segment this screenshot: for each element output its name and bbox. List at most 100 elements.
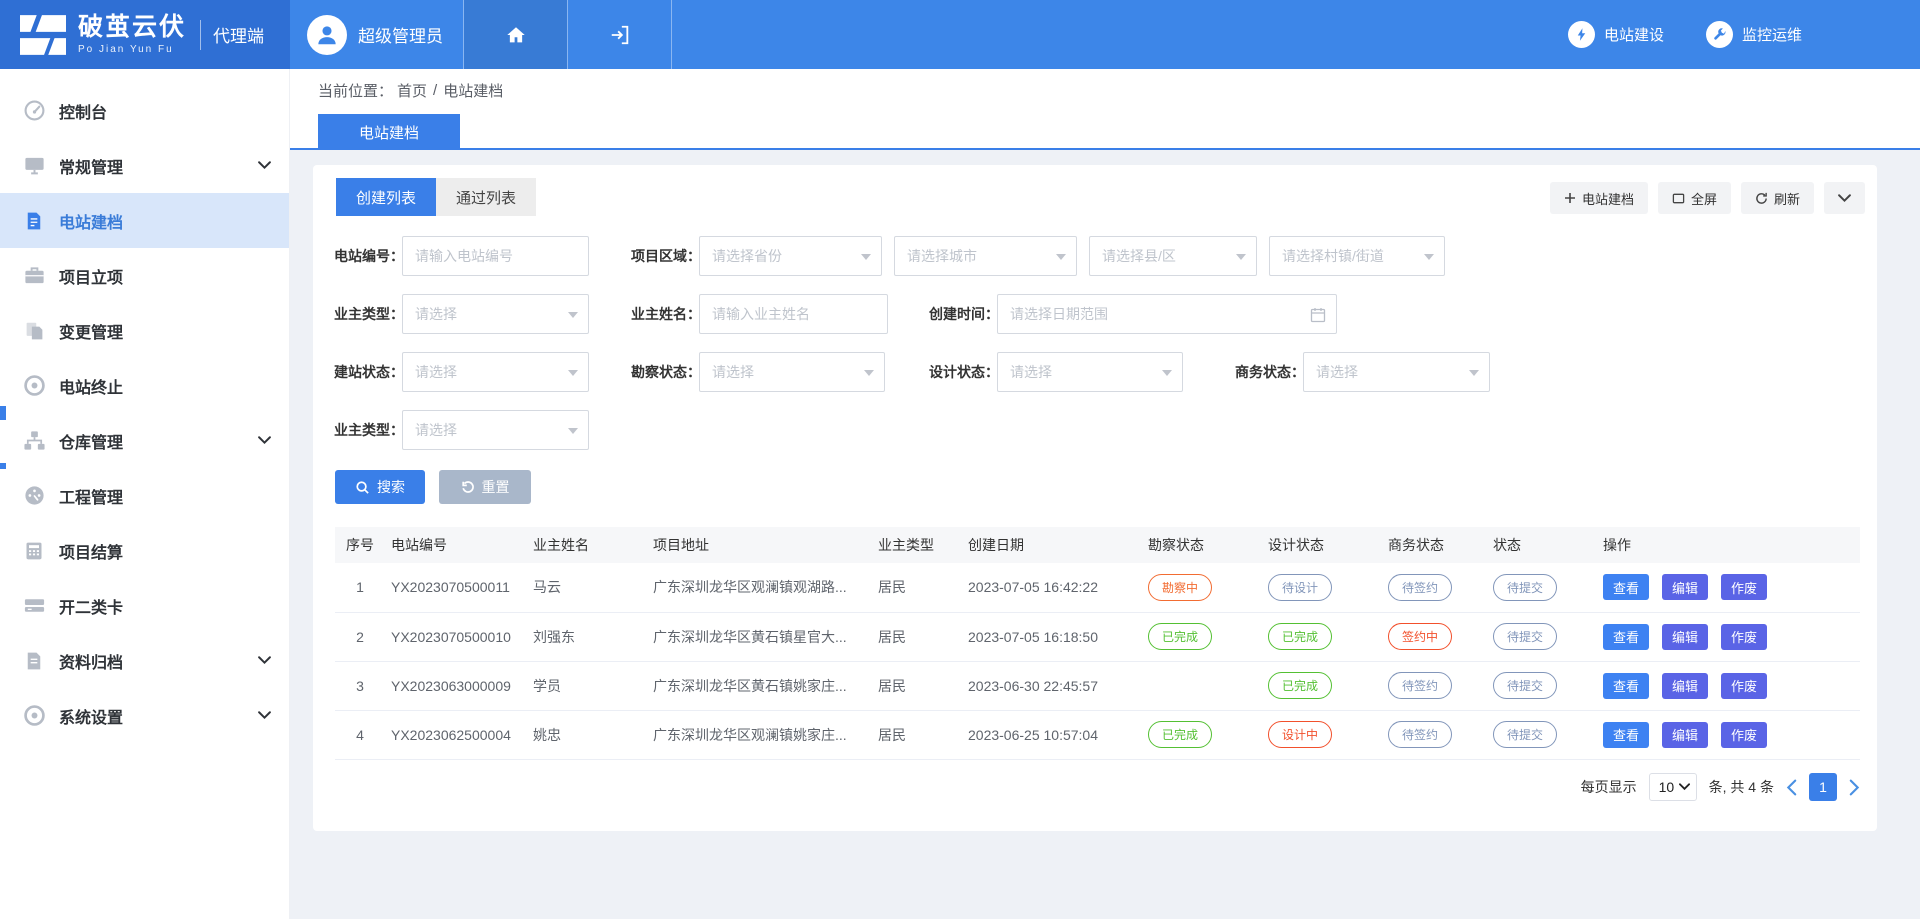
- sidebar-item-copy[interactable]: 变更管理: [0, 303, 289, 358]
- breadcrumb-home[interactable]: 首页: [397, 80, 427, 101]
- sidebar-item-monitor[interactable]: 常规管理: [0, 138, 289, 193]
- table-header: 序号电站编号业主姓名项目地址业主类型创建日期勘察状态设计状态商务状态状态操作: [335, 527, 1860, 563]
- build-status-select[interactable]: 请选择: [402, 352, 589, 392]
- caret-down-icon: [1236, 254, 1246, 260]
- cell-idx: 3: [335, 661, 385, 710]
- column-header: 创建日期: [962, 527, 1142, 563]
- home-icon: [505, 24, 527, 46]
- caret-down-icon: [864, 370, 874, 376]
- region-select-1[interactable]: 请选择城市: [894, 236, 1077, 276]
- home-button[interactable]: [464, 0, 567, 69]
- search-icon: [355, 480, 370, 495]
- edit-button[interactable]: 编辑: [1662, 722, 1708, 748]
- settings-icon: [22, 704, 46, 728]
- station-code-input[interactable]: [402, 236, 589, 276]
- cell-created: 2023-06-25 10:57:04: [962, 710, 1142, 759]
- caret-down-icon: [1056, 254, 1066, 260]
- view-button[interactable]: 查看: [1603, 624, 1649, 650]
- cell-created: 2023-07-05 16:42:22: [962, 563, 1142, 612]
- page-size-prefix: 每页显示: [1581, 777, 1637, 797]
- header-app-lightning[interactable]: 电站建设: [1568, 21, 1664, 48]
- owner-name-input[interactable]: [699, 294, 888, 334]
- column-header: 电站编号: [385, 527, 527, 563]
- column-header: 序号: [335, 527, 385, 563]
- toolbar-button-chevron[interactable]: [1824, 182, 1865, 214]
- filter-form: 电站编号： 项目区域： 请选择省份请选择城市请选择县/区请选择村镇/街道 业主类…: [313, 236, 1877, 468]
- sidebar-item-sitemap[interactable]: 仓库管理: [0, 413, 289, 468]
- cell-idx: 2: [335, 612, 385, 661]
- sidebar-item-circledot[interactable]: 电站终止: [0, 358, 289, 413]
- sidebar-item-settings[interactable]: 系统设置: [0, 688, 289, 743]
- chevron-down-icon: [258, 656, 271, 665]
- sidebar-item-briefcase[interactable]: 项目立项: [0, 248, 289, 303]
- owner-type-select[interactable]: 请选择: [402, 294, 589, 334]
- sidebar-item-label: 系统设置: [59, 704, 123, 728]
- void-button[interactable]: 作废: [1721, 574, 1767, 600]
- header-app-label: 监控运维: [1742, 24, 1802, 45]
- sidebar-item-label: 仓库管理: [59, 429, 123, 453]
- cell-business-status: 签约中: [1382, 612, 1487, 661]
- toolbar-button-fullscreen[interactable]: 全屏: [1658, 182, 1731, 214]
- status-badge: 设计中: [1268, 721, 1332, 748]
- toolbar-button-refresh[interactable]: 刷新: [1741, 182, 1814, 214]
- header-app-wrench[interactable]: 监控运维: [1706, 21, 1802, 48]
- cell-type: 居民: [872, 612, 962, 661]
- list-tab-0[interactable]: 创建列表: [336, 178, 436, 216]
- brand-title: 破茧云伏 Po Jian Yun Fu: [78, 14, 186, 55]
- sidebar-scrollbar[interactable]: [0, 463, 6, 469]
- void-button[interactable]: 作废: [1721, 624, 1767, 650]
- region-select-3[interactable]: 请选择村镇/街道: [1269, 236, 1445, 276]
- business-status-select[interactable]: 请选择: [1303, 352, 1490, 392]
- search-button[interactable]: 搜索: [335, 470, 425, 504]
- view-button[interactable]: 查看: [1603, 722, 1649, 748]
- status-badge: 勘察中: [1148, 574, 1212, 601]
- status-badge: 待签约: [1388, 721, 1452, 748]
- view-button[interactable]: 查看: [1603, 673, 1649, 699]
- page-size-select[interactable]: 10: [1649, 773, 1697, 801]
- table-body: 1YX2023070500011马云广东深圳龙华区观澜镇观湖路...居民2023…: [335, 563, 1860, 759]
- list-tab-1[interactable]: 通过列表: [436, 178, 536, 216]
- sidebar-item-gauge[interactable]: 工程管理: [0, 468, 289, 523]
- owner-type-select-2[interactable]: 请选择: [402, 410, 589, 450]
- cell-created: 2023-06-30 22:45:57: [962, 661, 1142, 710]
- filter-label: 勘察状态：: [631, 362, 693, 382]
- page-number-button[interactable]: 1: [1809, 773, 1837, 801]
- logout-button[interactable]: [568, 0, 671, 69]
- filter-owner-type: 业主类型： 请选择: [334, 294, 589, 334]
- cell-design-status: 设计中: [1262, 710, 1382, 759]
- cell-status-status: 待提交: [1487, 563, 1597, 612]
- user-menu[interactable]: 超级管理员: [290, 0, 463, 69]
- sidebar-item-label: 开二类卡: [59, 594, 123, 618]
- edit-button[interactable]: 编辑: [1662, 624, 1708, 650]
- next-page-button[interactable]: [1849, 779, 1860, 796]
- cell-status-status: 待提交: [1487, 612, 1597, 661]
- caret-down-icon: [568, 370, 578, 376]
- date-range-picker[interactable]: 请选择日期范围: [997, 294, 1337, 334]
- caret-down-icon: [1679, 783, 1690, 791]
- prev-page-button[interactable]: [1786, 779, 1797, 796]
- void-button[interactable]: 作废: [1721, 722, 1767, 748]
- edit-button[interactable]: 编辑: [1662, 673, 1708, 699]
- region-select-2[interactable]: 请选择县/区: [1089, 236, 1257, 276]
- filter-station-code: 电站编号：: [334, 236, 589, 276]
- reset-button[interactable]: 重置: [439, 470, 531, 504]
- top-header: 破茧云伏 Po Jian Yun Fu 代理端 超级管理员: [0, 0, 1920, 69]
- user-name: 超级管理员: [358, 22, 443, 47]
- sidebar-item-dashboard[interactable]: 控制台: [0, 83, 289, 138]
- edit-button[interactable]: 编辑: [1662, 574, 1708, 600]
- region-select-0[interactable]: 请选择省份: [699, 236, 882, 276]
- void-button[interactable]: 作废: [1721, 673, 1767, 699]
- survey-status-select[interactable]: 请选择: [699, 352, 885, 392]
- sidebar-scrollbar[interactable]: [0, 406, 6, 420]
- sidebar-item-label: 电站终止: [59, 374, 123, 398]
- view-button[interactable]: 查看: [1603, 574, 1649, 600]
- toolbar-button-plus[interactable]: 电站建档: [1550, 182, 1648, 214]
- sidebar-item-document[interactable]: 电站建档: [0, 193, 289, 248]
- sidebar-item-calculator[interactable]: 项目结算: [0, 523, 289, 578]
- design-status-select[interactable]: 请选择: [997, 352, 1183, 392]
- page-tab-station-archive[interactable]: 电站建档: [318, 114, 460, 150]
- header-app-switcher: 电站建设 监控运维: [1568, 0, 1920, 69]
- sidebar-item-idcard[interactable]: 开二类卡: [0, 578, 289, 633]
- status-badge: 待设计: [1268, 574, 1332, 601]
- sidebar-item-file[interactable]: 资料归档: [0, 633, 289, 688]
